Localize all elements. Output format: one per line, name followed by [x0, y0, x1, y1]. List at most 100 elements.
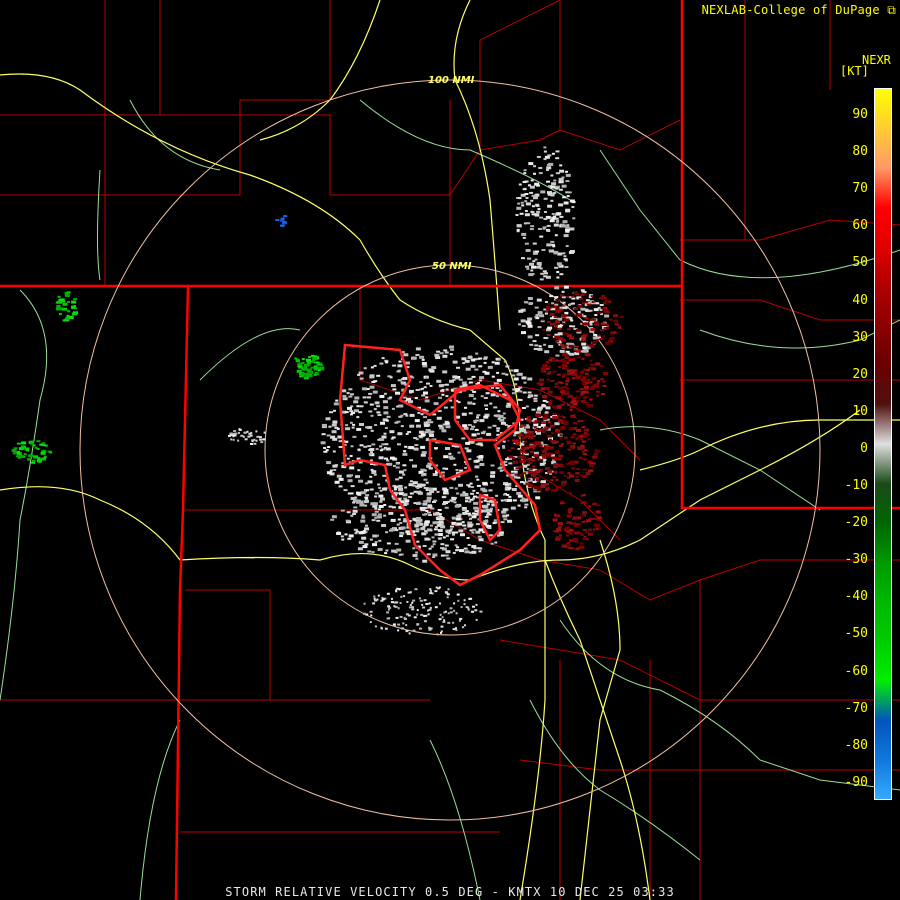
echo-gate	[246, 430, 249, 433]
echo-gate	[523, 222, 527, 225]
legend-tick: 40	[852, 292, 868, 308]
echo-gate	[563, 436, 568, 439]
echo-gate	[407, 591, 411, 594]
echo-gate	[493, 521, 498, 524]
echo-gate	[582, 302, 585, 305]
echo-gate	[545, 445, 550, 448]
echo-gate	[581, 426, 586, 428]
echo-gate	[459, 617, 463, 620]
echo-gate	[418, 597, 421, 600]
radar-map[interactable]: 50 NMI 100 NMI	[0, 0, 900, 900]
echo-gate	[430, 524, 433, 527]
echo-gate	[445, 425, 451, 429]
echo-gate	[333, 409, 336, 412]
echo-gate	[443, 349, 448, 352]
echo-gate	[531, 473, 537, 477]
echo-gate	[520, 319, 526, 323]
echo-gate	[340, 509, 345, 512]
echo-gate	[571, 473, 575, 476]
echo-gate	[581, 338, 587, 342]
echo-gate	[567, 352, 571, 355]
echo-gate	[380, 421, 385, 425]
echo-gate	[578, 374, 583, 377]
echo-gate	[397, 629, 400, 632]
echo-gate	[358, 540, 364, 544]
echo-gate	[550, 468, 554, 471]
echo-gate	[556, 212, 562, 216]
echo-gate	[521, 331, 526, 335]
echo-gate	[471, 359, 476, 362]
echo-gate	[441, 616, 444, 619]
echo-gate	[57, 300, 63, 304]
echo-gate	[348, 534, 354, 538]
echo-gate	[534, 306, 539, 309]
echo-gate	[407, 431, 412, 433]
echo-gate	[301, 362, 305, 364]
echo-gate	[568, 191, 572, 194]
echo-gate	[353, 528, 358, 531]
legend-tick: -40	[844, 589, 868, 605]
echo-gate	[497, 410, 501, 413]
echo-gate	[535, 477, 539, 480]
echo-gate	[399, 535, 404, 537]
echo-gate	[468, 412, 473, 415]
echo-gate	[530, 450, 534, 453]
echo-gate	[70, 315, 74, 318]
echo-gate	[500, 499, 504, 502]
echo-gate	[405, 502, 409, 505]
echo-gate	[306, 361, 310, 364]
echo-gate	[398, 404, 404, 408]
echo-gate	[565, 173, 571, 177]
legend-tick: -50	[844, 626, 868, 642]
echo-gate	[582, 468, 587, 471]
echo-gate	[433, 528, 438, 531]
echo-gate	[453, 501, 457, 504]
echo-gate	[535, 193, 540, 196]
echo-gate	[474, 368, 479, 371]
velocity-colorbar	[874, 88, 892, 800]
echo-gate	[494, 541, 498, 544]
echo-gate	[369, 375, 375, 379]
echo-gate	[399, 615, 403, 618]
echo-gate	[438, 384, 444, 388]
echo-gate	[584, 353, 589, 356]
echo-gate	[435, 586, 438, 589]
echo-gate	[349, 410, 354, 413]
echo-gate	[549, 295, 554, 298]
echo-gate	[479, 547, 483, 550]
echo-gate	[463, 603, 466, 606]
echo-gate	[13, 452, 17, 455]
echo-gate	[505, 404, 511, 408]
echo-gate	[554, 217, 559, 220]
echo-gate	[479, 463, 485, 466]
echo-gate	[423, 416, 427, 419]
echo-gate	[544, 411, 549, 414]
echo-gate	[457, 513, 462, 516]
echo-gate	[559, 306, 563, 309]
echo-gate	[560, 502, 563, 505]
echo-gate	[511, 374, 516, 377]
echo-gate	[478, 379, 482, 382]
echo-gate	[471, 545, 477, 548]
echo-gate	[567, 448, 572, 451]
echo-gate	[560, 338, 566, 342]
echo-gate	[573, 416, 577, 419]
echo-gate	[604, 302, 608, 305]
credit-label[interactable]: NEXLAB-College of DuPage ⧉	[702, 3, 896, 18]
echo-gate	[479, 419, 485, 423]
echo-gate	[446, 500, 450, 503]
echo-gate	[344, 533, 348, 536]
echo-gate	[381, 598, 385, 601]
echo-gate	[599, 297, 604, 300]
echo-gate	[581, 521, 586, 524]
echo-gate	[548, 438, 552, 441]
echo-gate	[554, 422, 560, 426]
echo-gate	[386, 592, 390, 595]
echo-gate	[383, 411, 389, 415]
echo-gate	[584, 391, 589, 394]
echo-gate	[589, 323, 593, 326]
echo-gate	[551, 432, 555, 435]
echo-gate	[480, 395, 484, 398]
echo-gate	[425, 376, 429, 379]
echo-gate	[446, 596, 449, 599]
